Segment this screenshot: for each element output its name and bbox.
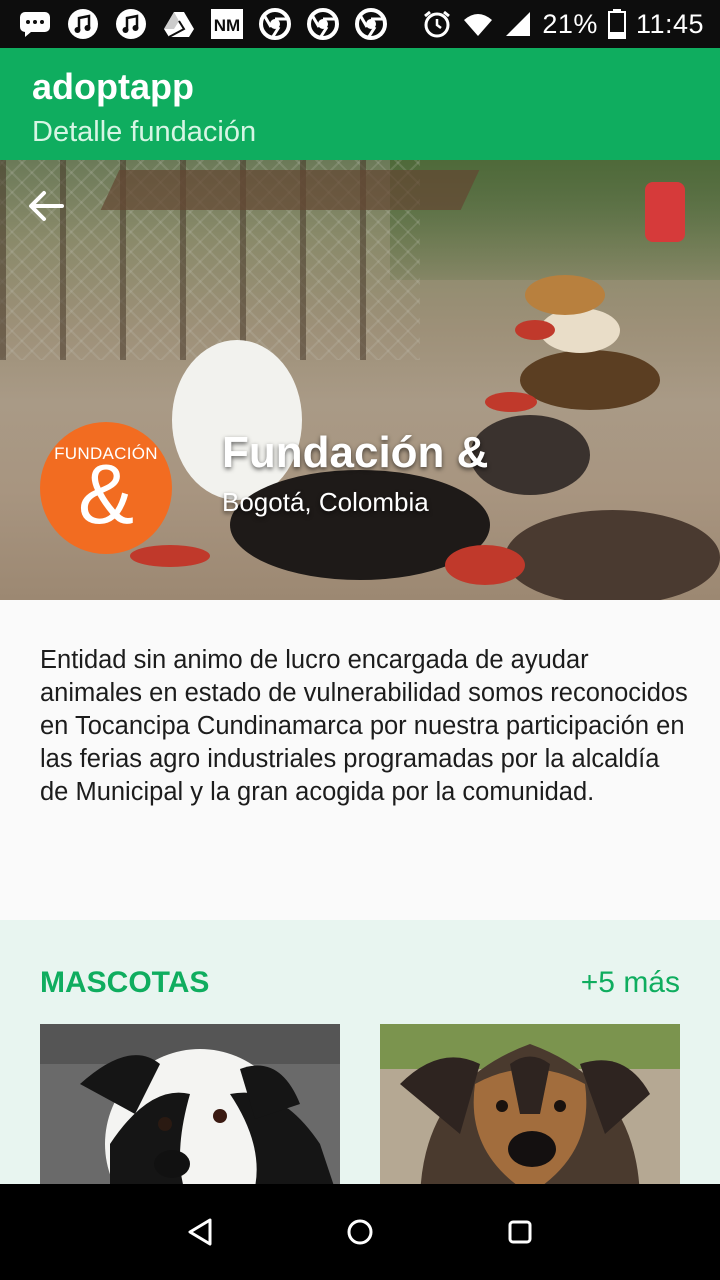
music-icon [66, 7, 100, 41]
cover-photo-person [645, 182, 685, 242]
foundation-location: Bogotá, Colombia [222, 487, 429, 517]
svg-text:NM: NM [214, 16, 240, 35]
chrome-icon [258, 7, 292, 41]
circle-home-icon [347, 1219, 373, 1245]
cover-photo-bowl [130, 545, 210, 567]
foundation-name: Fundación & [222, 428, 489, 477]
foundation-logo: FUNDACIÓN & [40, 422, 172, 554]
chrome-icon [354, 7, 388, 41]
battery-icon [607, 9, 626, 39]
pet-card[interactable] [40, 1024, 340, 1184]
chrome-icon [306, 7, 340, 41]
pets-section: MASCOTAS +5 más [0, 920, 720, 1184]
back-button[interactable] [24, 184, 68, 228]
pet-photo [380, 1024, 680, 1184]
foundation-description: Entidad sin animo de lucro encargada de … [40, 646, 688, 806]
description-section: Entidad sin animo de lucro encargada de … [0, 600, 720, 920]
logo-symbol: & [77, 447, 135, 541]
cover-photo-dog [525, 275, 605, 315]
arrow-back-icon [29, 191, 64, 221]
chat-icon [18, 7, 52, 41]
cover-photo-bowl [515, 320, 555, 340]
system-status: 21% 11:45 [422, 9, 720, 40]
notification-icons: NM [0, 7, 388, 41]
signal-icon [506, 12, 531, 36]
nm-icon: NM [210, 7, 244, 41]
nav-home-button[interactable] [330, 1202, 390, 1262]
foundation-cover-image: FUNDACIÓN & Fundación & Bogotá, Colombia [0, 160, 720, 600]
app-title: adoptapp [32, 66, 194, 107]
music-icon [114, 7, 148, 41]
nav-recents-button[interactable] [490, 1202, 550, 1262]
drive-icon [162, 7, 196, 41]
cover-photo-bowl [445, 545, 525, 585]
page-subtitle: Detalle fundación [32, 116, 257, 148]
clock: 11:45 [635, 8, 704, 39]
alarm-icon [424, 10, 451, 38]
cover-photo-dog [520, 350, 660, 410]
status-bar: NM 21% 11:45 [0, 0, 720, 48]
system-navigation-bar [0, 1184, 720, 1280]
cover-photo-dog [505, 510, 720, 600]
app-bar: adoptapp Detalle fundación [0, 48, 720, 160]
pet-photo [40, 1024, 340, 1184]
more-pets-link[interactable]: +5 más [581, 966, 680, 1000]
nav-back-button[interactable] [170, 1202, 230, 1262]
pet-card[interactable] [380, 1024, 680, 1184]
cover-photo-roof [100, 170, 480, 210]
triangle-back-icon [188, 1218, 212, 1246]
wifi-icon [464, 14, 493, 36]
battery-percent: 21% [542, 8, 598, 39]
square-recents-icon [508, 1220, 532, 1244]
cover-photo-bowl [485, 392, 537, 412]
pets-heading: MASCOTAS [40, 966, 210, 999]
